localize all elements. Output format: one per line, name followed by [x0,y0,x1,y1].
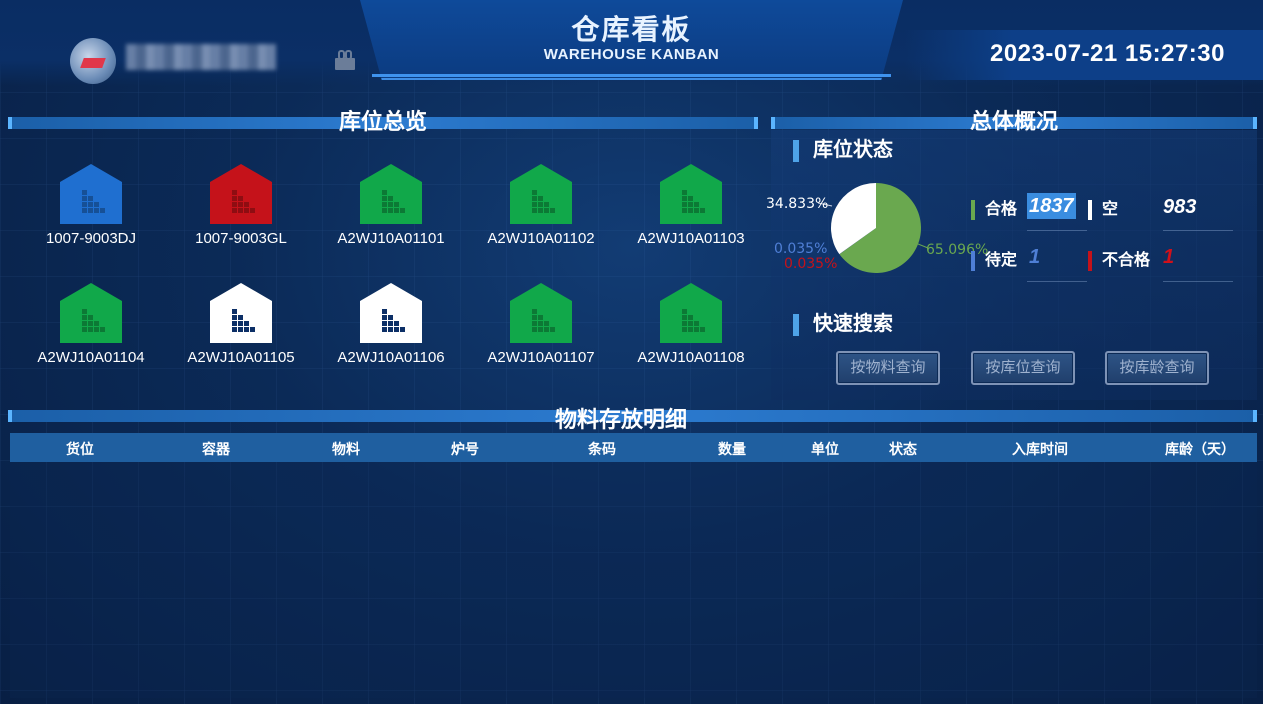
warehouse-icon [210,164,272,224]
pie-label-pending: 0.035% [774,241,828,257]
warehouse-item[interactable]: A2WJ10A01107 [476,283,606,366]
search-heading: 快速搜索 [793,307,893,336]
column-header[interactable]: 入库时间 [1012,439,1068,459]
stat-qualified-label: 合格 [985,201,1018,218]
warehouse-icon [210,283,272,343]
column-header[interactable]: 条码 [588,439,616,459]
stat-underline [1027,281,1087,282]
current-datetime: 2023-07-21 15:27:30 [989,40,1225,67]
warehouse-label: 1007-9003DJ [45,230,137,247]
warehouse-icon [360,283,422,343]
pie-label-unqualified: 0.035% [784,256,838,272]
warehouse-label: A2WJ10A01102 [487,230,595,247]
pie-label-empty: 34.833% [766,196,829,212]
warehouse-item[interactable]: A2WJ10A01105 [176,283,306,366]
stat-empty-label: 空 [1102,201,1119,218]
stat-qualified-value: 1837 [1027,193,1076,219]
lock-icon [335,50,355,70]
column-header[interactable]: 容器 [202,439,230,459]
status-heading-text: 库位状态 [813,139,893,161]
pending-marker [971,250,975,271]
warehouse-label: A2WJ10A01106 [337,349,445,366]
search-heading-text: 快速搜索 [813,313,893,335]
overview-title: 库位总览 [338,109,427,134]
warehouse-icon [660,283,722,343]
warehouse-item[interactable]: A2WJ10A01102 [476,164,606,247]
search-by-age-button[interactable]: 按库龄查询 [1105,351,1209,385]
stat-underline [1027,230,1087,231]
stat-unqualified-value: 1 [1163,246,1175,268]
stat-pending: 待定 [971,246,1017,271]
warehouse-label: A2WJ10A01107 [487,349,595,366]
stat-unqualified-label: 不合格 [1102,252,1151,269]
status-heading: 库位状态 [793,133,893,162]
warehouse-label: A2WJ10A01104 [37,349,145,366]
warehouse-icon [510,283,572,343]
stat-pending-value: 1 [1029,246,1041,268]
company-name-blurred [126,44,276,70]
warehouse-icon [660,164,722,224]
stat-unqualified: 不合格 [1088,246,1150,271]
warehouse-item[interactable]: A2WJ10A01101 [326,164,456,247]
heading-marker [793,313,799,336]
detail-title: 物料存放明细 [554,407,687,432]
warehouse-icon [60,164,122,224]
column-header[interactable]: 库龄（天） [1165,439,1235,459]
column-header[interactable]: 单位 [811,439,839,459]
warehouse-label: A2WJ10A01108 [637,349,745,366]
column-header[interactable]: 炉号 [451,439,479,459]
detail-table-header: 货位 容器 物料 炉号 条码 数量 单位 状态 入库时间 库龄（天） [10,433,1257,462]
stat-underline [1163,281,1233,282]
warehouse-item[interactable]: A2WJ10A01106 [326,283,456,366]
warehouse-icon [360,164,422,224]
header-edge-line [372,74,891,77]
stat-pending-label: 待定 [985,252,1018,269]
warehouse-item[interactable]: 1007-9003DJ [26,164,156,247]
search-by-location-button[interactable]: 按库位查询 [971,351,1075,385]
stat-empty-value: 983 [1163,196,1197,218]
heading-marker [793,139,799,162]
warehouse-icon [60,283,122,343]
header: 仓库看板 WAREHOUSE KANBAN 2023-07-21 15:27:3… [0,0,1263,86]
stat-empty: 空 [1088,195,1118,220]
warehouse-item[interactable]: A2WJ10A01104 [26,283,156,366]
warehouse-item[interactable]: 1007-9003GL [176,164,306,247]
column-header[interactable]: 状态 [889,439,917,459]
search-by-material-button[interactable]: 按物料查询 [836,351,940,385]
unqualified-marker [1088,250,1092,271]
logo-mark [80,58,106,68]
column-header[interactable]: 物料 [332,439,360,459]
column-header[interactable]: 数量 [718,439,746,459]
warehouse-label: 1007-9003GL [195,230,287,247]
status-pie-chart [831,183,921,273]
warehouse-icon [510,164,572,224]
warehouse-label: A2WJ10A01101 [337,230,445,247]
detail-table-body [10,462,1257,698]
column-header[interactable]: 货位 [66,439,94,459]
warehouse-item[interactable]: A2WJ10A01108 [626,283,756,366]
warehouse-label: A2WJ10A01103 [637,230,745,247]
stat-qualified: 合格 [971,195,1017,220]
warehouse-item[interactable]: A2WJ10A01103 [626,164,756,247]
warehouse-label: A2WJ10A01105 [187,349,295,366]
qualified-marker [971,199,975,220]
empty-marker [1088,199,1092,220]
stat-underline [1163,230,1233,231]
